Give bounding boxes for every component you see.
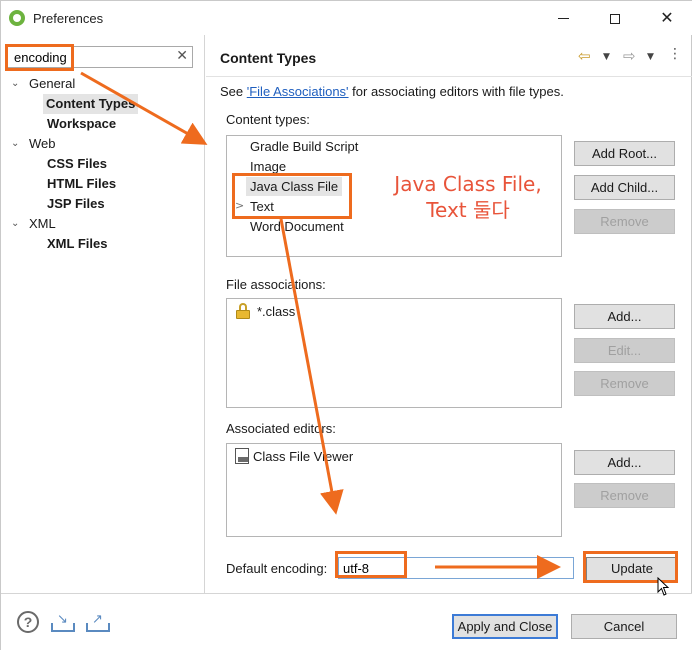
- tree-item-label: XML Files: [47, 236, 108, 251]
- cancel-button[interactable]: Cancel: [571, 614, 677, 639]
- expand-arrow-icon[interactable]: ⌄: [11, 214, 23, 234]
- expand-arrow-icon[interactable]: ⌄: [11, 134, 23, 154]
- add-root-button[interactable]: Add Root...: [574, 141, 675, 166]
- tree-item-label: XML: [29, 216, 56, 231]
- maximize-icon: [610, 13, 620, 24]
- remove-content-type-button[interactable]: Remove: [574, 209, 675, 234]
- minimize-icon: [557, 18, 569, 19]
- preference-tree-panel: ✕ ⌄ General Content Types Workspace ⌄ We…: [1, 35, 205, 593]
- minimize-button[interactable]: [541, 5, 585, 31]
- associated-editors-label: Associated editors:: [226, 421, 336, 436]
- description-prefix: See: [220, 84, 247, 99]
- file-associations-list[interactable]: *.class: [226, 298, 562, 408]
- back-arrow-icon[interactable]: ⇦: [578, 47, 591, 65]
- page-header: Content Types ⇦ ▼ ⇨ ▼ ⋮: [206, 35, 692, 77]
- close-button[interactable]: ✕: [645, 5, 689, 31]
- tree-item-label: Workspace: [47, 116, 117, 131]
- content-types-page: Content Types ⇦ ▼ ⇨ ▼ ⋮ See 'File Associ…: [206, 35, 692, 593]
- export-icon[interactable]: ↗: [86, 612, 110, 632]
- import-icon[interactable]: ↘: [51, 612, 75, 632]
- apply-and-close-button[interactable]: Apply and Close: [452, 614, 558, 639]
- default-encoding-label: Default encoding:: [226, 561, 328, 576]
- annotation-note: Java Class File, Text 둘다: [373, 171, 563, 223]
- lock-icon: [236, 303, 250, 319]
- remove-association-button[interactable]: Remove: [574, 371, 675, 396]
- tree-item-label: Web: [29, 136, 56, 151]
- file-associations-label: File associations:: [226, 277, 326, 292]
- associated-editors-list[interactable]: Class File Viewer: [226, 443, 562, 537]
- annotation-note-line2: Text 둘다: [426, 198, 510, 222]
- view-menu-icon[interactable]: ⋮: [668, 46, 682, 62]
- file-associations-link[interactable]: 'File Associations': [247, 84, 349, 99]
- add-child-button[interactable]: Add Child...: [574, 175, 675, 200]
- tree-item-label: HTML Files: [47, 176, 117, 191]
- class-file-icon: [235, 448, 249, 464]
- forward-arrow-icon[interactable]: ⇨: [623, 47, 636, 65]
- maximize-button[interactable]: [593, 5, 637, 31]
- highlight-filter: [5, 44, 74, 71]
- remove-editor-button[interactable]: Remove: [574, 483, 675, 508]
- forward-dropdown-icon[interactable]: ▼: [647, 52, 654, 62]
- tree-item-label: General: [29, 76, 76, 91]
- page-title: Content Types: [220, 50, 317, 66]
- mouse-cursor-icon: [657, 577, 670, 596]
- window-title: Preferences: [33, 11, 104, 26]
- spring-icon: [9, 10, 25, 26]
- add-editor-button[interactable]: Add...: [574, 450, 675, 475]
- highlight-encoding: [335, 551, 407, 578]
- clear-filter-icon[interactable]: ✕: [176, 48, 188, 64]
- annotation-note-line1: Java Class File,: [394, 172, 542, 196]
- help-icon[interactable]: ?: [17, 611, 39, 633]
- description-suffix: for associating editors with file types.: [348, 84, 564, 99]
- description-text: See 'File Associations' for associating …: [220, 84, 564, 99]
- editor-item[interactable]: Class File Viewer: [253, 447, 353, 466]
- preferences-window: Preferences ✕ ✕ ⌄ General Content Types …: [0, 0, 692, 650]
- content-types-label: Content types:: [226, 112, 310, 127]
- title-bar: Preferences ✕: [1, 1, 692, 35]
- file-association-item[interactable]: *.class: [257, 302, 295, 321]
- tree-item-label: Content Types: [43, 94, 139, 114]
- content-type-item[interactable]: Word Document: [250, 217, 344, 236]
- add-association-button[interactable]: Add...: [574, 304, 675, 329]
- dialog-footer: ? ↘ ↗ Apply and Close Cancel: [1, 593, 692, 650]
- content-type-item[interactable]: Gradle Build Script: [250, 137, 358, 156]
- highlight-content-types: [232, 173, 352, 219]
- edit-association-button[interactable]: Edit...: [574, 338, 675, 363]
- back-dropdown-icon[interactable]: ▼: [603, 52, 610, 62]
- expand-arrow-icon[interactable]: ⌄: [11, 74, 23, 94]
- tree-item-label: CSS Files: [47, 156, 107, 171]
- tree-item-label: JSP Files: [47, 196, 105, 211]
